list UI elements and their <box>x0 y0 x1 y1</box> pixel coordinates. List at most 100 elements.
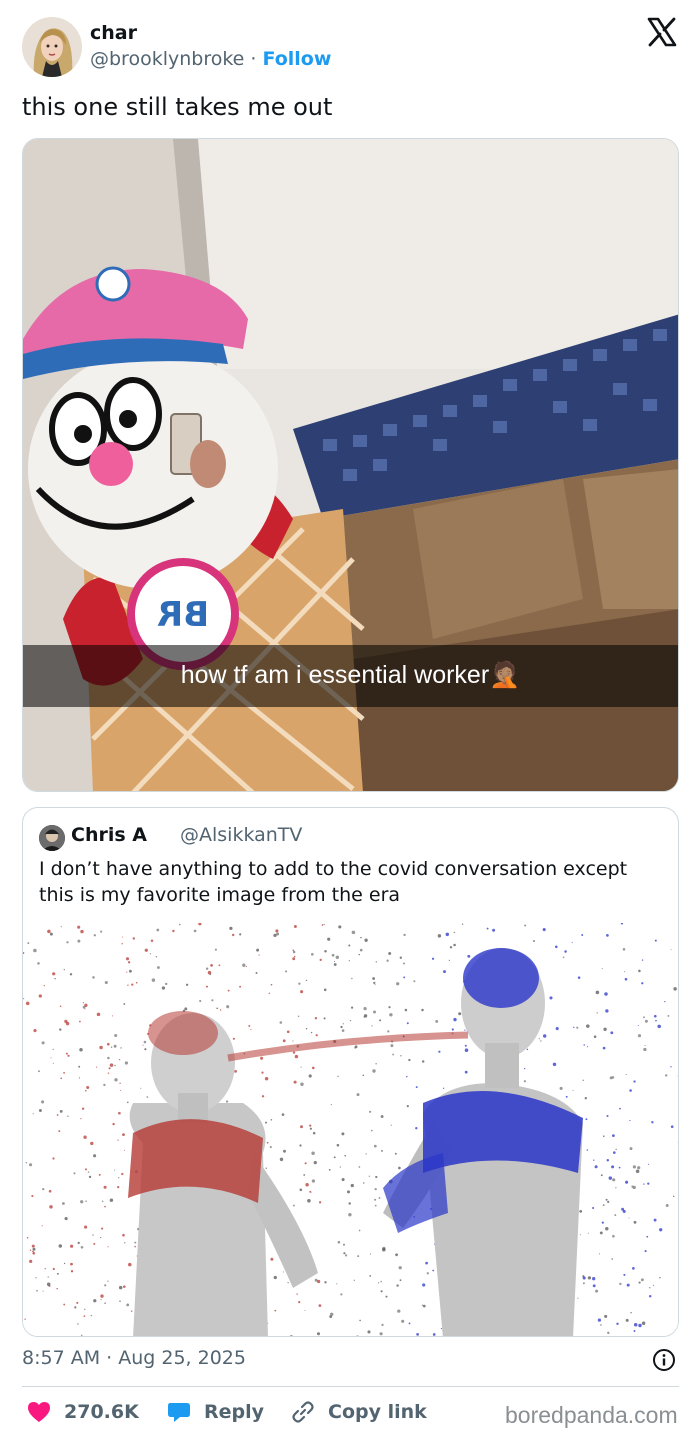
info-icon[interactable] <box>652 1348 676 1372</box>
particle <box>565 1095 568 1098</box>
quoted-author-handle[interactable]: @AlsikkanTV <box>180 824 302 846</box>
particle <box>261 1095 265 1098</box>
x-logo-icon[interactable] <box>646 16 678 48</box>
particle <box>388 952 392 955</box>
particle <box>60 1077 63 1080</box>
particle <box>335 955 340 960</box>
particle <box>600 1174 603 1177</box>
quoted-author-name[interactable]: Chris A <box>71 824 147 846</box>
particle <box>292 957 296 961</box>
particle <box>63 968 65 971</box>
follow-button[interactable]: Follow <box>263 48 332 70</box>
particle <box>606 1159 610 1162</box>
particle <box>398 1266 402 1270</box>
particle <box>442 1087 445 1089</box>
copy-link-button[interactable]: Copy link <box>290 1398 427 1426</box>
tweet-timestamp[interactable]: 8:57 AM · Aug 25, 2025 <box>22 1347 246 1369</box>
particle <box>142 1044 144 1046</box>
particle <box>205 967 209 970</box>
particle <box>596 1012 598 1014</box>
particle <box>644 1044 646 1046</box>
particle <box>323 923 325 926</box>
particle <box>621 1207 625 1211</box>
particle <box>146 1096 149 1098</box>
particle <box>559 1086 563 1090</box>
particle <box>337 1075 339 1078</box>
tweet-text: this one still takes me out <box>22 93 333 121</box>
particle <box>635 1169 640 1174</box>
particle <box>333 960 336 962</box>
particle <box>56 1287 58 1290</box>
particle <box>395 1253 398 1257</box>
image-caption: how tf am i essential worker🤦🏽 <box>23 661 678 690</box>
particle <box>453 931 456 934</box>
particle <box>358 1229 361 1232</box>
particle <box>92 1234 94 1236</box>
particle <box>637 1166 641 1170</box>
particle <box>96 1066 98 1068</box>
quoted-tweet[interactable]: Chris A @AlsikkanTV I don’t have anythin… <box>22 807 679 1337</box>
particle <box>27 942 30 945</box>
particle <box>319 958 322 962</box>
particle <box>597 1318 602 1322</box>
tweet-image[interactable]: BR how tf am i essential worker🤦🏽 <box>22 138 679 792</box>
particle <box>670 949 672 951</box>
particle <box>408 1058 411 1062</box>
particle <box>120 1047 122 1049</box>
author-name[interactable]: char <box>90 22 137 44</box>
particle <box>403 933 406 937</box>
particle <box>318 1201 322 1204</box>
particle <box>216 1007 219 1010</box>
particle <box>343 1243 345 1246</box>
particle <box>408 1322 411 1325</box>
particle <box>279 1021 283 1024</box>
particle <box>24 1318 26 1320</box>
particle <box>595 1289 599 1293</box>
particle <box>90 1314 93 1317</box>
particle <box>492 928 496 932</box>
particle <box>156 928 160 932</box>
reply-button[interactable]: Reply <box>166 1398 264 1426</box>
particle <box>281 1336 283 1337</box>
particle <box>178 923 181 926</box>
particle <box>63 1262 66 1265</box>
particle <box>292 1051 296 1054</box>
particle <box>641 982 644 985</box>
particle <box>310 952 314 956</box>
particle <box>435 1019 439 1023</box>
particle <box>432 1333 436 1336</box>
particle <box>185 983 189 986</box>
particle <box>592 1277 596 1281</box>
particle <box>577 1297 579 1299</box>
particle <box>275 929 279 933</box>
particle <box>382 1247 386 1252</box>
quoted-avatar[interactable] <box>39 825 65 851</box>
particle <box>664 1000 666 1003</box>
quoted-image[interactable] <box>23 923 678 1337</box>
particle <box>52 1062 54 1064</box>
particle <box>354 1046 357 1049</box>
particle <box>35 1277 37 1279</box>
author-handle[interactable]: @brooklynbroke <box>90 48 244 70</box>
particle <box>343 1252 346 1255</box>
particle <box>374 1198 377 1201</box>
particle <box>293 1080 297 1084</box>
particle <box>633 1220 637 1224</box>
particle <box>604 1314 608 1318</box>
particle <box>83 1135 87 1139</box>
particle <box>234 1070 237 1073</box>
particle <box>583 1044 585 1046</box>
particle <box>356 1093 360 1097</box>
particle <box>56 1272 59 1275</box>
particle <box>43 984 45 987</box>
particle <box>118 1285 123 1290</box>
particle <box>392 1053 395 1056</box>
particle <box>653 1014 657 1018</box>
particle <box>372 977 376 980</box>
particle <box>283 1149 286 1153</box>
particle <box>292 949 295 952</box>
author-avatar[interactable] <box>22 17 82 77</box>
like-button[interactable]: 270.6K <box>26 1398 139 1426</box>
particle <box>644 1250 647 1253</box>
particle <box>665 1074 668 1077</box>
